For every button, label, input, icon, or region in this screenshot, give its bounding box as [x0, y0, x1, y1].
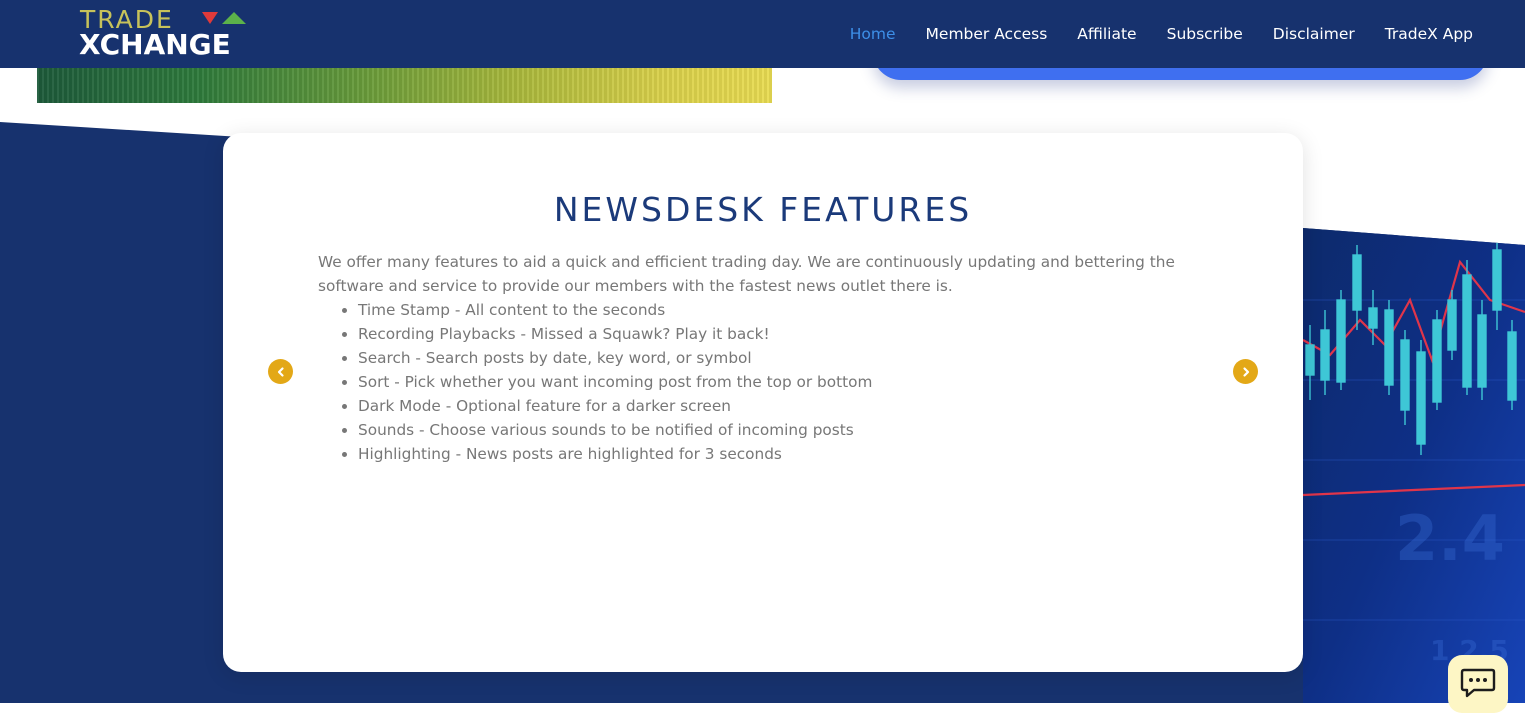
list-item: Sounds - Choose various sounds to be not…	[358, 418, 1198, 442]
list-item: Highlighting - News posts are highlighte…	[358, 442, 1198, 466]
carousel-next-button[interactable]	[1233, 359, 1258, 384]
nav-home[interactable]: Home	[850, 25, 896, 43]
nav-disclaimer[interactable]: Disclaimer	[1273, 25, 1355, 43]
chat-bubble-icon	[1460, 668, 1496, 698]
nav-member-access[interactable]: Member Access	[926, 25, 1048, 43]
chat-widget-button[interactable]	[1448, 655, 1508, 713]
features-intro: We offer many features to aid a quick an…	[318, 253, 1175, 295]
chevron-right-icon	[1242, 366, 1249, 377]
features-title: NEWSDESK FEATURES	[553, 190, 973, 229]
list-item: Sort - Pick whether you want incoming po…	[358, 370, 1198, 394]
chevron-left-icon	[277, 366, 284, 377]
carousel-prev-button[interactable]	[268, 359, 293, 384]
nav-subscribe[interactable]: Subscribe	[1167, 25, 1243, 43]
features-list: Time Stamp - All content to the seconds …	[318, 298, 1198, 466]
list-item: Search - Search posts by date, key word,…	[358, 346, 1198, 370]
features-carousel-card: NEWSDESK FEATURES We offer many features…	[223, 133, 1303, 672]
list-item: Time Stamp - All content to the seconds	[358, 298, 1198, 322]
list-item: Dark Mode - Optional feature for a darke…	[358, 394, 1198, 418]
nav-affiliate[interactable]: Affiliate	[1077, 25, 1136, 43]
logo-arrows-icon	[202, 12, 246, 24]
nav-tradex-app[interactable]: TradeX App	[1385, 25, 1473, 43]
site-header: TRADE XCHANGE Home Member Access Affilia…	[0, 0, 1525, 68]
logo-line-2: XCHANGE	[79, 28, 231, 61]
logo[interactable]: TRADE XCHANGE	[79, 6, 255, 62]
page: 2.4 1 2.5 TRADE XCHANGE Home Member Acce…	[0, 0, 1525, 727]
main-nav: Home Member Access Affiliate Subscribe D…	[820, 0, 1473, 68]
features-content: We offer many features to aid a quick an…	[318, 250, 1198, 466]
svg-text:2.4: 2.4	[1395, 502, 1505, 575]
list-item: Recording Playbacks - Missed a Squawk? P…	[358, 322, 1198, 346]
